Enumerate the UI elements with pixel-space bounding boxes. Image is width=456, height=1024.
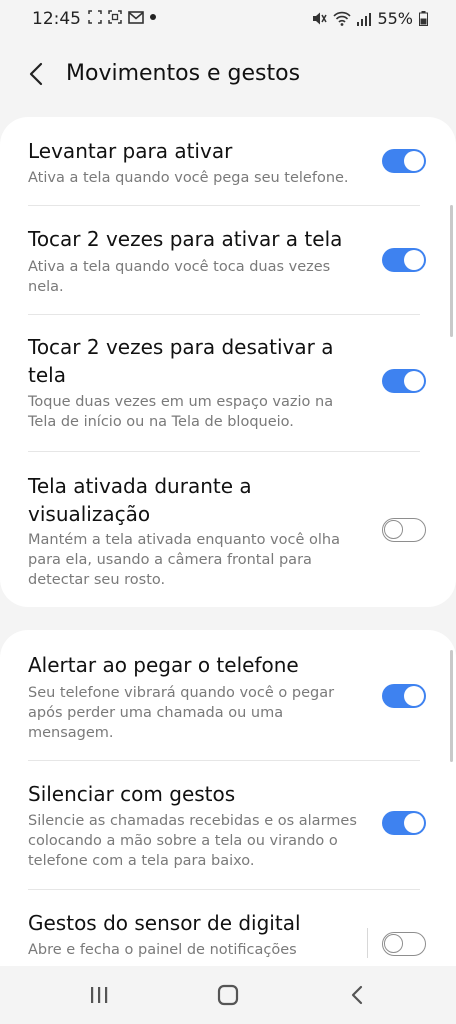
setting-title: Gestos do sensor de digital: [28, 911, 301, 935]
more-notifications-dot: [150, 14, 156, 20]
toggle-knob: [404, 686, 424, 706]
setting-lift-to-wake[interactable]: Levantar para ativar Ativa a tela quando…: [0, 117, 456, 205]
setting-easy-mute[interactable]: Silenciar com gestos Silencie as chamada…: [0, 761, 456, 889]
status-bar: 12:45 55%: [0, 0, 456, 40]
setting-description: Mantém a tela ativada enquanto você olha…: [28, 532, 340, 588]
setting-title: Tocar 2 vezes para ativar a tela: [28, 227, 343, 251]
chevron-left-icon[interactable]: [24, 60, 52, 88]
setting-double-tap-wake[interactable]: Tocar 2 vezes para ativar a tela Ativa a…: [0, 206, 456, 314]
setting-finger-sensor-gestures[interactable]: Gestos do sensor de digital Abre e fecha…: [0, 890, 456, 966]
smart-alert-toggle[interactable]: [382, 684, 426, 708]
setting-description: Seu telefone vibrará quando você o pegar…: [28, 685, 335, 741]
setting-description: Silencie as chamadas recebidas e os alar…: [28, 813, 357, 869]
smart-stay-toggle[interactable]: [382, 518, 426, 542]
toggle-knob: [404, 250, 424, 270]
navigation-bar: [0, 966, 456, 1024]
toggle-knob: [404, 813, 424, 833]
signal-icon: [357, 12, 372, 26]
finger-sensor-gestures-toggle[interactable]: [382, 932, 426, 956]
screen-capture-icon: [108, 10, 122, 24]
double-tap-wake-toggle[interactable]: [382, 248, 426, 272]
setting-title: Silenciar com gestos: [28, 782, 236, 806]
settings-card-alerts: Alertar ao pegar o telefone Seu telefone…: [0, 630, 456, 966]
double-tap-sleep-toggle[interactable]: [382, 369, 426, 393]
gmail-icon: [128, 10, 144, 24]
mute-icon: [313, 12, 328, 25]
battery-icon: [419, 11, 428, 26]
setting-title: Alertar ao pegar o telefone: [28, 653, 299, 677]
setting-title: Tela ativada durante a visualização: [28, 474, 252, 526]
home-icon[interactable]: [215, 982, 241, 1008]
toggle-knob: [404, 151, 424, 171]
scrollbar[interactable]: [450, 650, 453, 762]
setting-title: Tocar 2 vezes para desativar a tela: [28, 335, 334, 387]
status-notification-icons: [88, 10, 156, 24]
easy-mute-toggle[interactable]: [382, 811, 426, 835]
wifi-icon: [333, 11, 352, 26]
setting-description: Ativa a tela quando você toca duas vezes…: [28, 259, 331, 295]
toggle-knob: [404, 371, 424, 391]
battery-percentage: 55%: [377, 9, 413, 28]
setting-smart-stay[interactable]: Tela ativada durante a visualização Mant…: [0, 452, 456, 607]
nav-back-icon[interactable]: [345, 982, 371, 1008]
setting-double-tap-sleep[interactable]: Tocar 2 vezes para desativar a tela Toqu…: [0, 315, 456, 451]
page-title: Movimentos e gestos: [66, 61, 301, 86]
status-time: 12:45: [32, 9, 81, 29]
toggle-knob: [384, 520, 403, 539]
toggle-knob: [384, 934, 403, 953]
scrollbar[interactable]: [450, 205, 453, 337]
app-header: Movimentos e gestos: [0, 48, 456, 104]
setting-description: Toque duas vezes em um espaço vazio na T…: [28, 394, 334, 430]
recents-icon[interactable]: [86, 982, 112, 1008]
lift-to-wake-toggle[interactable]: [382, 149, 426, 173]
vertical-separator: [367, 928, 368, 958]
status-system-icons: 55%: [311, 9, 428, 28]
setting-description: Ativa a tela quando você pega seu telefo…: [28, 170, 349, 186]
setting-description: Abre e fecha o painel de notificações: [28, 942, 297, 958]
setting-smart-alert[interactable]: Alertar ao pegar o telefone Seu telefone…: [0, 630, 456, 760]
setting-title: Levantar para ativar: [28, 139, 233, 163]
settings-card-screen: Levantar para ativar Ativa a tela quando…: [0, 117, 456, 607]
screenshot-icon: [88, 10, 102, 24]
